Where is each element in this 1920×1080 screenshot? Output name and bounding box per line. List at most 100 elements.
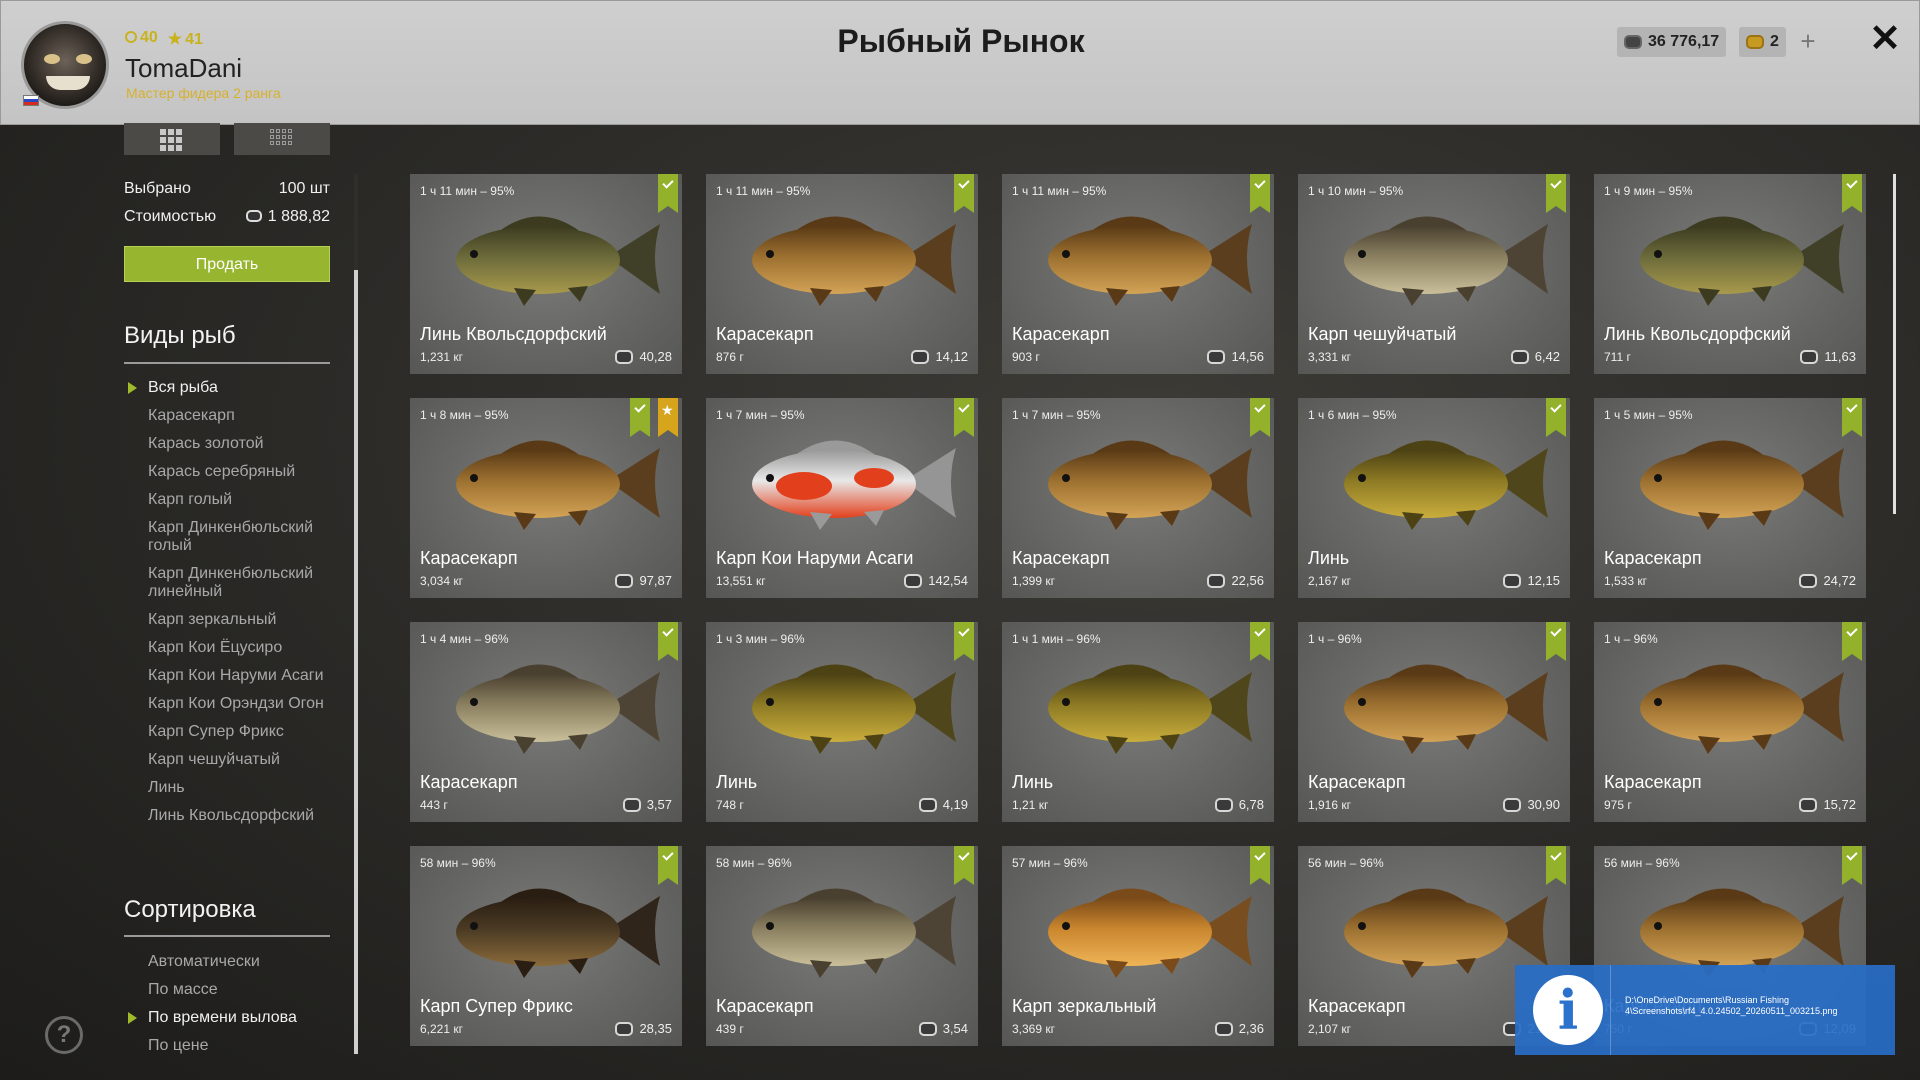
silver-coin-icon: [1503, 797, 1522, 812]
species-item[interactable]: Вся рыба: [128, 379, 338, 397]
fish-card[interactable]: 1 ч 10 мин – 95% Карп чешуйчатый 3,331 кг 6…: [1298, 174, 1570, 374]
fish-card[interactable]: 1 ч – 96% Карасекарп 1,916 кг 30,90: [1298, 622, 1570, 822]
fish-card[interactable]: 58 мин – 96% Карасекарп 439 г 3,54: [706, 846, 978, 1046]
price-value: 6,42: [1534, 349, 1560, 364]
silver-balance: 36 776,17: [1617, 27, 1727, 57]
fish-card[interactable]: 1 ч 11 мин – 95% Карасекарп 876 г 14,12: [706, 174, 978, 374]
species-item[interactable]: Карп Кои Орэндзи Огон: [148, 695, 338, 713]
sort-option[interactable]: По времени вылова: [128, 1009, 338, 1027]
sidebar-scrollbar[interactable]: [354, 174, 358, 1054]
species-item[interactable]: Карп Динкенбюльский голый: [148, 519, 338, 555]
fish-image: [428, 202, 668, 312]
fish-card[interactable]: 57 мин – 96% Карп зеркальный 3,369 кг 2,36: [1002, 846, 1274, 1046]
species-item[interactable]: Карп Кои Наруми Асаги: [148, 667, 338, 685]
price-value: 24,72: [1823, 573, 1856, 588]
cost-label: Стоимостью: [124, 208, 217, 225]
species-item[interactable]: Карп Кои Ёцусиро: [148, 639, 338, 657]
fish-card[interactable]: 1 ч 11 мин – 95% Карасекарп 903 г 14,56: [1002, 174, 1274, 374]
species-item[interactable]: Карасекарп: [148, 407, 338, 425]
fish-image: [1020, 874, 1260, 984]
screenshot-notification: i D:\OneDrive\Documents\Russian Fishing …: [1515, 965, 1895, 1055]
price-value: 28,35: [639, 1021, 672, 1036]
fish-image: [1316, 426, 1556, 536]
catch-time: 1 ч 11 мин – 95%: [716, 184, 811, 198]
fish-weight: 2,107 кг: [1308, 1022, 1351, 1036]
species-item[interactable]: Карась золотой: [148, 435, 338, 453]
fish-name: Карп Супер Фрикс: [420, 996, 573, 1016]
fish-weight: 1,399 кг: [1012, 574, 1055, 588]
fish-card[interactable]: 1 ч 8 мин – 95% ★ Карасекарп 3,034 кг 97,87: [410, 398, 682, 598]
info-icon: i: [1533, 975, 1603, 1045]
fish-price: 14,56: [1207, 349, 1264, 364]
silver-coin-icon: [622, 797, 641, 812]
fish-card[interactable]: 1 ч 7 мин – 95% Карп Кои Наруми Асаги 13,5…: [706, 398, 978, 598]
fish-image: [428, 650, 668, 760]
selected-value: 100 шт: [278, 180, 330, 197]
fish-name: Линь: [1308, 548, 1350, 568]
sort-option[interactable]: По цене: [148, 1037, 338, 1055]
silver-coin-icon: [1799, 797, 1818, 812]
large-grid-view-button[interactable]: [124, 123, 220, 155]
fish-name: Карасекарп: [1012, 548, 1110, 568]
fish-card[interactable]: 58 мин – 96% Карп Супер Фрикс 6,221 кг 28,3…: [410, 846, 682, 1046]
fish-name: Карп зеркальный: [1012, 996, 1157, 1016]
fish-weight: 1,916 кг: [1308, 798, 1351, 812]
player-rank: Мастер фидера 2 ранга: [126, 85, 281, 101]
species-item[interactable]: Карп Динкенбюльский линейный: [148, 565, 338, 601]
price-value: 6,78: [1238, 797, 1264, 812]
fish-name: Линь: [716, 772, 758, 792]
sort-option[interactable]: По массе: [148, 981, 338, 999]
fish-card[interactable]: 1 ч 7 мин – 95% Карасекарп 1,399 кг 22,56: [1002, 398, 1274, 598]
catch-time: 1 ч 4 мин – 96%: [420, 632, 509, 646]
fish-weight: 903 г: [1012, 350, 1040, 364]
fish-card[interactable]: 1 ч 5 мин – 95% Карасекарп 1,533 кг 24,72: [1594, 398, 1866, 598]
sell-button[interactable]: Продать: [124, 246, 330, 282]
fish-card[interactable]: 1 ч 4 мин – 96% Карасекарп 443 г 3,57: [410, 622, 682, 822]
fish-name: Линь Квольсдорфский: [420, 324, 607, 344]
species-item[interactable]: Карась серебряный: [148, 463, 338, 481]
price-value: 4,19: [942, 797, 968, 812]
species-item[interactable]: Линь: [148, 779, 338, 797]
selected-label: Выбрано: [124, 180, 191, 197]
catch-time: 1 ч 11 мин – 95%: [1012, 184, 1107, 198]
price-value: 12,15: [1527, 573, 1560, 588]
fish-name: Карасекарп: [716, 324, 814, 344]
fish-price: 3,57: [622, 797, 672, 812]
fish-name: Карп Кои Наруми Асаги: [716, 548, 914, 568]
fish-card[interactable]: 1 ч 1 мин – 96% Линь 1,21 кг 6,78: [1002, 622, 1274, 822]
notification-divider: [1610, 965, 1611, 1055]
price-value: 3,54: [942, 1021, 968, 1036]
price-value: 30,90: [1527, 797, 1560, 812]
fish-image: [724, 650, 964, 760]
silver-coin-icon: [1207, 349, 1226, 364]
fish-price: 6,42: [1510, 349, 1560, 364]
fish-card[interactable]: 1 ч 9 мин – 95% Линь Квольсдорфский 711 г 1…: [1594, 174, 1866, 374]
fish-card[interactable]: 1 ч 3 мин – 96% Линь 748 г 4,19: [706, 622, 978, 822]
fish-image: [1612, 426, 1852, 536]
fish-price: 97,87: [615, 573, 672, 588]
silver-coin-icon: [1207, 573, 1226, 588]
fish-price: 14,12: [911, 349, 968, 364]
large-grid-icon: [160, 129, 182, 151]
fish-card[interactable]: 1 ч – 96% Карасекарп 975 г 15,72: [1594, 622, 1866, 822]
fish-image: [1612, 650, 1852, 760]
cost-value: 1 888,82: [267, 208, 330, 225]
species-item[interactable]: Карп Супер Фрикс: [148, 723, 338, 741]
species-item[interactable]: Карп зеркальный: [148, 611, 338, 629]
sidebar-scroll-thumb[interactable]: [354, 270, 358, 1054]
sorting-divider: [124, 935, 330, 937]
catch-time: 1 ч 9 мин – 95%: [1604, 184, 1693, 198]
price-value: 14,12: [935, 349, 968, 364]
small-grid-view-button[interactable]: [234, 123, 330, 155]
fish-price: 2,36: [1214, 1021, 1264, 1036]
grid-scrollbar[interactable]: [1893, 174, 1896, 514]
species-item[interactable]: Карп голый: [148, 491, 338, 509]
fish-card[interactable]: 1 ч 6 мин – 95% Линь 2,167 кг 12,15: [1298, 398, 1570, 598]
species-item[interactable]: Линь Квольсдорфский: [148, 807, 338, 825]
sort-option[interactable]: Автоматически: [148, 953, 338, 971]
fish-card[interactable]: 1 ч 11 мин – 95% Линь Квольсдорфский 1,231…: [410, 174, 682, 374]
add-gold-button[interactable]: +: [1793, 27, 1823, 57]
species-item[interactable]: Карп чешуйчатый: [148, 751, 338, 769]
help-button[interactable]: ?: [45, 1016, 83, 1054]
close-button[interactable]: ✕: [1865, 19, 1905, 59]
